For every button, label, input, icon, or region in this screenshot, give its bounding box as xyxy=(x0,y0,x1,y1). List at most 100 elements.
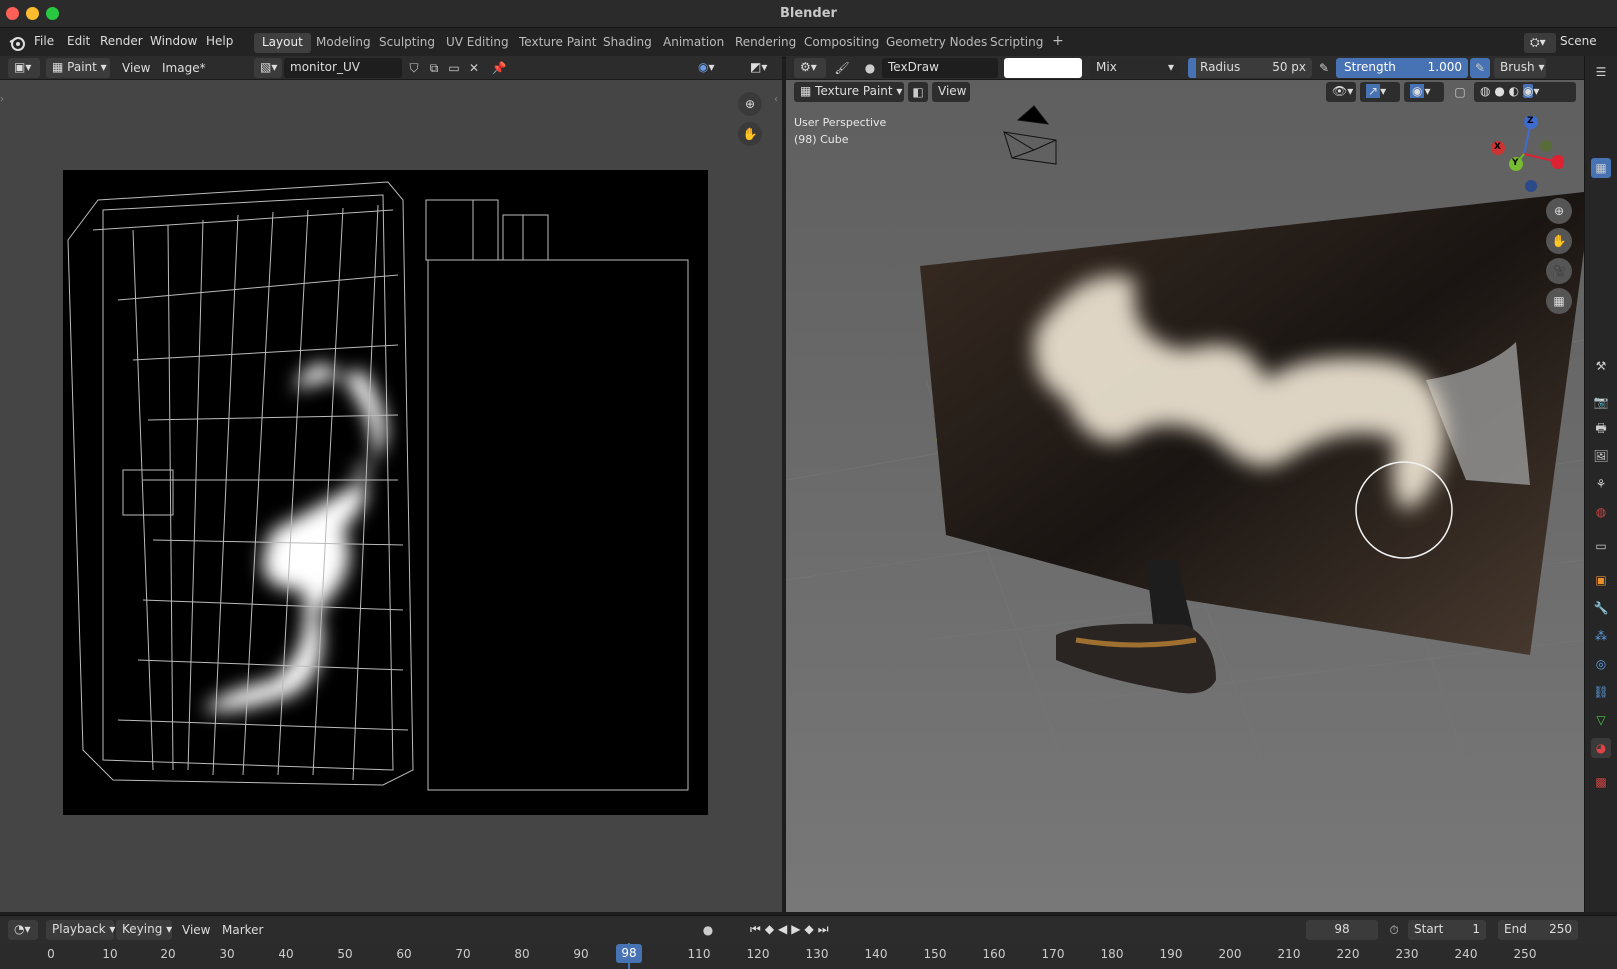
jump-start-icon[interactable]: ⏮ xyxy=(750,922,765,936)
visibility-eye-icon[interactable]: 👁▾ xyxy=(1326,82,1356,102)
zoom-icon[interactable]: ⊕ xyxy=(738,92,762,116)
object-tab-icon[interactable]: ▣ xyxy=(1591,570,1611,590)
tab-geometry-nodes[interactable]: Geometry Nodes xyxy=(878,33,995,53)
expand-toolbar-icon[interactable]: › xyxy=(0,94,4,105)
menu-view[interactable]: View xyxy=(122,61,150,75)
navigation-gizmo[interactable]: Z X Y xyxy=(1486,115,1565,192)
timeline-ruler[interactable]: 0 10 20 30 40 50 60 70 80 90 110 120 130… xyxy=(0,943,1617,969)
physics-tab-icon[interactable]: ◎ xyxy=(1591,654,1611,674)
tab-compositing[interactable]: Compositing xyxy=(796,33,887,53)
tab-modeling[interactable]: Modeling xyxy=(308,33,379,53)
menu-render[interactable]: Render xyxy=(100,34,143,48)
tab-layout[interactable]: Layout xyxy=(254,33,311,53)
constraints-tab-icon[interactable]: ⛓ xyxy=(1591,682,1611,702)
viewport-zoom-icon[interactable]: ⊕ xyxy=(1546,198,1572,224)
image-name-field[interactable]: monitor_UV xyxy=(284,58,402,78)
tab-animation[interactable]: Animation xyxy=(655,33,732,53)
prev-keyframe-icon[interactable]: ◆ xyxy=(765,922,778,936)
render-tab-icon[interactable]: 📷 xyxy=(1591,392,1611,412)
new-image-icon[interactable]: ⧉ xyxy=(424,58,444,78)
radius-slider[interactable]: Radius 50 px xyxy=(1188,58,1312,78)
menu-image[interactable]: Image* xyxy=(162,61,206,75)
scene-tab-icon[interactable]: ⚘ xyxy=(1591,474,1611,494)
end-frame-field[interactable]: End 250 xyxy=(1498,920,1578,940)
timeline-view-menu[interactable]: View xyxy=(182,923,210,937)
data-tab-icon[interactable]: ▽ xyxy=(1591,710,1611,730)
perspective-toggle-grid-icon[interactable]: ▦ xyxy=(1546,288,1572,314)
gizmo-x-negative[interactable] xyxy=(1551,155,1565,169)
fake-user-shield-icon[interactable]: ⛉ xyxy=(404,58,424,78)
blend-mode-dropdown[interactable]: Mix ▾ xyxy=(1090,58,1180,78)
menu-help[interactable]: Help xyxy=(206,34,233,48)
keying-menu[interactable]: Keying ▾ xyxy=(116,920,172,940)
radius-pressure-icon[interactable]: ✎ xyxy=(1314,58,1334,78)
tab-rendering[interactable]: Rendering xyxy=(727,33,804,53)
overlays-toggle-icon[interactable]: ◉ ▾ xyxy=(1404,82,1444,102)
brush-color-swatch[interactable] xyxy=(1004,58,1082,78)
modifier-wrench-icon[interactable]: 🔧 xyxy=(1591,598,1611,618)
mask-toggle-icon[interactable]: ◧ xyxy=(908,82,928,102)
open-image-folder-icon[interactable]: ▭ xyxy=(444,58,464,78)
paint-mode-dropdown[interactable]: ▦ Paint ▾ xyxy=(46,58,110,78)
world-tab-icon[interactable]: ◍ xyxy=(1591,502,1611,522)
viewport-pan-icon[interactable]: ✋ xyxy=(1546,228,1572,254)
3d-viewport[interactable]: ▦ Texture Paint ▾ ◧ View 👁▾ ↗ ▾ ◉ ▾ ▢ ◍ ● … xyxy=(786,80,1584,912)
auto-keying-record-icon[interactable]: ● xyxy=(698,920,718,940)
collection-tab-icon[interactable]: ▭ xyxy=(1591,536,1611,556)
strength-slider[interactable]: Strength 1.000 xyxy=(1336,58,1468,78)
blender-logo-icon[interactable] xyxy=(8,34,26,52)
display-channels-icon[interactable]: ◩▾ xyxy=(744,58,776,78)
rendered-shading-icon[interactable]: ◉ xyxy=(1522,84,1534,98)
scene-name[interactable]: Scene xyxy=(1560,34,1597,48)
scene-selector-icon[interactable]: ⛭▾ xyxy=(1524,33,1556,53)
unlink-image-close-icon[interactable]: ✕ xyxy=(464,58,484,78)
jump-end-icon[interactable]: ⏭ xyxy=(818,922,833,936)
playback-menu[interactable]: Playback ▾ xyxy=(46,920,115,940)
image-browse-icon[interactable]: ▧▾ xyxy=(254,58,282,78)
texture-tab-icon[interactable]: ▩ xyxy=(1591,772,1611,792)
tab-shading[interactable]: Shading xyxy=(595,33,660,53)
solid-shading-icon[interactable]: ● xyxy=(1494,84,1504,98)
playback-controls[interactable]: ⏮◆◀▶◆⏭ xyxy=(744,920,864,940)
pan-hand-icon[interactable]: ✋ xyxy=(738,122,762,146)
editor-type-icon[interactable]: ▣▾ xyxy=(8,58,40,78)
editor-menu-icon[interactable]: ☰ xyxy=(1591,62,1611,82)
stopwatch-icon[interactable]: ⏱ xyxy=(1384,920,1404,940)
gizmo-toggle-icon[interactable]: ↗ ▾ xyxy=(1360,82,1400,102)
timeline-editor-type-icon[interactable]: ◔▾ xyxy=(8,920,38,940)
viewport-view-menu[interactable]: View xyxy=(932,82,970,102)
tab-texture-paint[interactable]: Texture Paint xyxy=(511,33,604,53)
playhead-frame-badge[interactable]: 98 xyxy=(616,944,642,963)
camera-view-icon[interactable]: 🎥 xyxy=(1546,258,1572,284)
shading-mode-buttons[interactable]: ◍ ● ◐ ◉▾ xyxy=(1474,82,1576,102)
timeline-marker-menu[interactable]: Marker xyxy=(222,923,263,937)
brush-datablock-icon[interactable]: ● xyxy=(860,58,880,78)
brush-name-field[interactable]: TexDraw xyxy=(882,58,998,78)
particles-tab-icon[interactable]: ⁂ xyxy=(1591,626,1611,646)
active-tool-tab-icon[interactable]: ▦ xyxy=(1591,158,1611,178)
menu-file[interactable]: File xyxy=(34,34,54,48)
pin-icon[interactable]: 📌 xyxy=(489,58,509,78)
strength-pressure-icon[interactable]: ✎ xyxy=(1470,58,1490,78)
start-frame-field[interactable]: Start 1 xyxy=(1408,920,1486,940)
current-frame-field[interactable]: 98 xyxy=(1306,920,1378,940)
menu-window[interactable]: Window xyxy=(150,34,197,48)
tab-uv-editing[interactable]: UV Editing xyxy=(438,33,517,53)
viewport-editor-type-icon[interactable]: ⚙▾ xyxy=(794,58,826,78)
material-shading-icon[interactable]: ◐ xyxy=(1509,84,1519,98)
brush-tool-icon[interactable]: 🖌 xyxy=(832,58,852,78)
xray-toggle-icon[interactable]: ▢ xyxy=(1450,82,1470,102)
output-tab-icon[interactable]: 🖶 xyxy=(1591,418,1611,438)
menu-edit[interactable]: Edit xyxy=(67,34,90,48)
add-workspace-button[interactable]: + xyxy=(1046,33,1070,53)
play-reverse-icon[interactable]: ◀ xyxy=(778,922,791,936)
brush-menu-dropdown[interactable]: Brush ▾ xyxy=(1494,58,1546,78)
expand-sidebar-icon[interactable]: ‹ xyxy=(774,94,778,105)
material-tab-icon[interactable]: ◕ xyxy=(1591,738,1611,758)
tab-sculpting[interactable]: Sculpting xyxy=(371,33,443,53)
uv-texture-canvas[interactable] xyxy=(63,170,708,815)
wireframe-shading-icon[interactable]: ◍ xyxy=(1480,84,1490,98)
next-keyframe-icon[interactable]: ◆ xyxy=(805,922,818,936)
overlay-toggle-icon[interactable]: ◉▾ xyxy=(692,58,728,78)
view-layer-tab-icon[interactable]: 🖼 xyxy=(1591,446,1611,466)
